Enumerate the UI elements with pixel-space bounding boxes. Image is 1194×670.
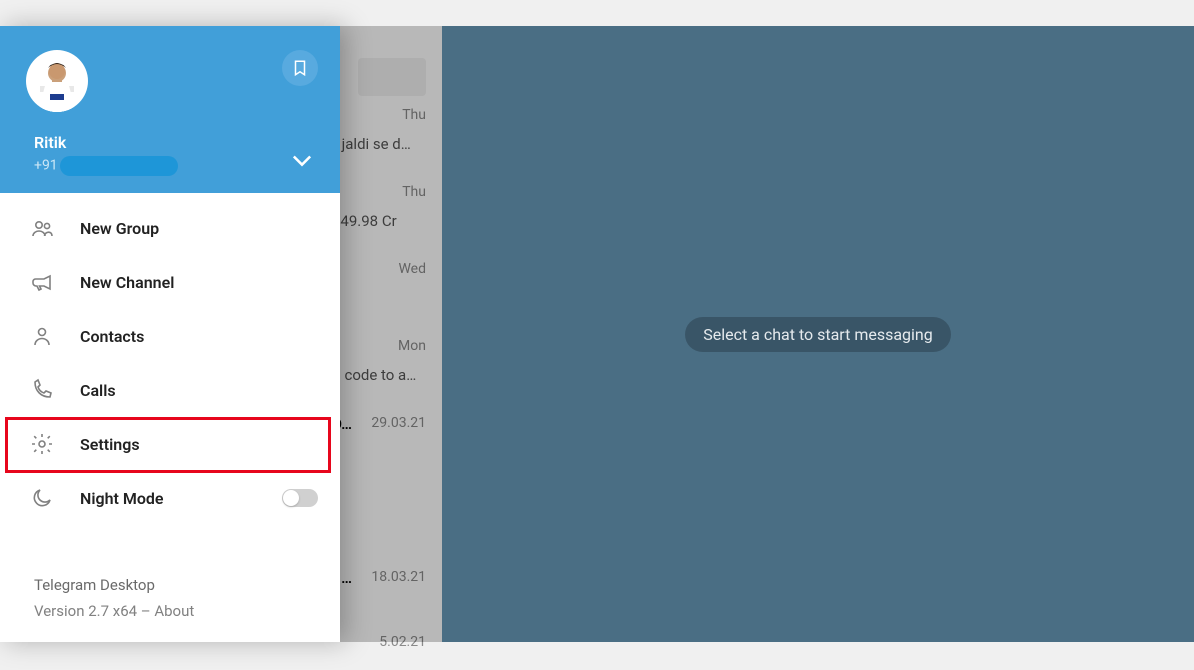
sidebar-item-label: New Group [80, 219, 159, 238]
gear-icon [30, 432, 80, 456]
empty-chat-placeholder: Select a chat to start messaging [685, 317, 951, 352]
avatar-image [28, 54, 86, 112]
empty-chat-text: Select a chat to start messaging [703, 325, 933, 344]
moon-icon [30, 486, 80, 510]
sidebar-item-new-group[interactable]: New Group [0, 201, 340, 255]
phone-redacted [60, 156, 178, 176]
group-icon [30, 216, 80, 240]
sidebar-item-night-mode[interactable]: Night Mode [0, 471, 340, 525]
sidebar-drawer: Ritik +91 New Group New Channel Contacts… [0, 26, 340, 642]
sidebar-item-calls[interactable]: Calls [0, 363, 340, 417]
sidebar-item-label: Contacts [80, 327, 144, 346]
bookmark-icon [291, 59, 309, 77]
avatar[interactable] [26, 50, 88, 112]
megaphone-icon [30, 270, 80, 294]
profile-name: Ritik [34, 133, 66, 152]
window-titlebar [0, 0, 1194, 26]
sidebar-menu: New Group New Channel Contacts Calls Set… [0, 193, 340, 573]
app-version[interactable]: Version 2.7 x64 – About [34, 599, 340, 625]
sidebar-item-label: New Channel [80, 273, 174, 292]
sidebar-header: Ritik +91 [0, 26, 340, 193]
night-mode-toggle[interactable] [282, 489, 318, 507]
sidebar-item-settings[interactable]: Settings [0, 417, 340, 471]
saved-messages-button[interactable] [282, 50, 318, 86]
sidebar-item-new-channel[interactable]: New Channel [0, 255, 340, 309]
sidebar-item-label: Night Mode [80, 489, 164, 508]
sidebar-item-label: Calls [80, 381, 116, 400]
app-name: Telegram Desktop [34, 573, 340, 599]
chevron-down-icon [288, 146, 316, 174]
sidebar-footer: Telegram Desktop Version 2.7 x64 – About [0, 573, 340, 642]
chat-area: Select a chat to start messaging [442, 26, 1194, 642]
profile-phone: +91 [34, 156, 178, 176]
sidebar-item-contacts[interactable]: Contacts [0, 309, 340, 363]
person-icon [30, 324, 80, 348]
sidebar-item-label: Settings [80, 435, 140, 454]
phone-icon [30, 378, 80, 402]
phone-prefix: +91 [34, 158, 58, 174]
expand-accounts-button[interactable] [288, 146, 316, 178]
